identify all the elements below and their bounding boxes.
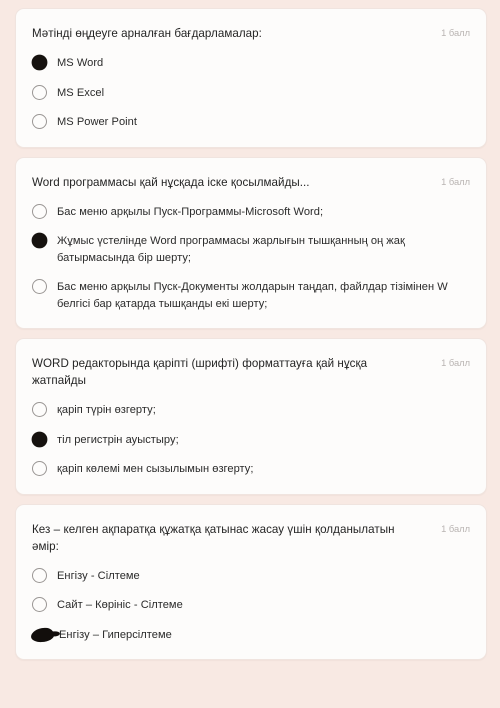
quiz-form-page: Мәтінді өңдеуге арналған бағдарламалар: 1…	[0, 0, 500, 708]
radio-button-empty[interactable]	[32, 461, 47, 476]
option-row[interactable]: MS Word	[32, 55, 470, 72]
option-label[interactable]: Бас меню арқылы Пуск-Документы жолдарын …	[57, 279, 470, 312]
radio-button-selected[interactable]	[32, 55, 47, 70]
option-row[interactable]: Бас меню арқылы Пуск-Документы жолдарын …	[32, 279, 470, 312]
radio-button-selected[interactable]	[32, 431, 47, 447]
question-header: Word программасы қай нұсқада іске қосылм…	[32, 174, 470, 191]
option-row[interactable]: Енгізу - Сілтеме	[32, 567, 470, 585]
question-points: 1 балл	[441, 176, 470, 187]
option-row[interactable]: қаріп түрін өзгерту;	[32, 402, 470, 419]
option-row[interactable]: MS Power Point	[32, 114, 470, 131]
option-label[interactable]: Бас меню арқылы Пуск-Программы-Microsoft…	[57, 204, 323, 221]
question-title: Кез – келген ақпаратқа құжатқа қатынас ж…	[32, 522, 395, 553]
option-label[interactable]: MS Excel	[57, 85, 104, 102]
question-card: Кез – келген ақпаратқа құжатқа қатынас ж…	[15, 503, 487, 660]
question-card: WORD редакторында қаріпті (шрифті) форма…	[15, 338, 487, 495]
option-label[interactable]: тіл регистрін ауыстыру;	[57, 432, 179, 449]
option-row[interactable]: қаріп көлемі мен сызылымын өзгерту;	[32, 461, 470, 478]
questions-list: Мәтінді өңдеуге арналған бағдарламалар: 1…	[15, 8, 487, 660]
option-row[interactable]: Жұмыс үстелінде Word программасы жарлығы…	[32, 233, 470, 266]
radio-button-empty[interactable]	[32, 279, 47, 294]
question-card: Мәтінді өңдеуге арналған бағдарламалар: 1…	[15, 8, 487, 148]
radio-button-selected[interactable]	[30, 626, 55, 643]
option-label[interactable]: MS Word	[57, 55, 103, 72]
option-group: Бас меню арқылы Пуск-Программы-Microsoft…	[32, 203, 470, 313]
radio-button-selected[interactable]	[32, 233, 47, 248]
option-row[interactable]: тіл регистрін ауыстыру;	[32, 431, 470, 449]
option-label[interactable]: қаріп түрін өзгерту;	[57, 402, 156, 419]
question-title: Мәтінді өңдеуге арналған бағдарламалар:	[32, 27, 262, 40]
radio-button-empty[interactable]	[32, 203, 47, 219]
radio-button-empty[interactable]	[32, 84, 47, 100]
question-header: Мәтінді өңдеуге арналған бағдарламалар: 1…	[32, 25, 470, 42]
question-points: 1 балл	[441, 28, 470, 38]
radio-button-empty[interactable]	[32, 114, 47, 129]
option-group: MS Word MS Excel MS Power Point	[32, 55, 470, 131]
question-header: WORD редакторында қаріпті (шрифті) форма…	[32, 355, 470, 389]
option-label[interactable]: қаріп көлемі мен сызылымын өзгерту;	[57, 461, 253, 478]
question-title: WORD редакторында қаріпті (шрифті) форма…	[32, 357, 368, 387]
question-points: 1 балл	[441, 358, 470, 368]
option-label[interactable]: Жұмыс үстелінде Word программасы жарлығы…	[57, 233, 470, 266]
radio-button-empty[interactable]	[32, 597, 47, 612]
option-row[interactable]: Бас меню арқылы Пуск-Программы-Microsoft…	[32, 203, 470, 221]
option-row[interactable]: MS Excel	[32, 84, 470, 102]
option-row[interactable]: Енгізу – Гиперсілтеме	[30, 626, 470, 644]
question-title: Word программасы қай нұсқада іске қосылм…	[32, 175, 310, 189]
option-label[interactable]: Сайт – Көрініс - Сілтеме	[57, 597, 183, 614]
question-card: Word программасы қай нұсқада іске қосылм…	[15, 156, 487, 329]
option-group: қаріп түрін өзгерту; тіл регистрін ауысты…	[32, 402, 470, 478]
option-label[interactable]: MS Power Point	[57, 114, 137, 131]
radio-button-empty[interactable]	[32, 402, 47, 417]
question-header: Кез – келген ақпаратқа құжатқа қатынас ж…	[32, 521, 470, 555]
option-label[interactable]: Енгізу – Гиперсілтеме	[59, 627, 172, 644]
option-row[interactable]: Сайт – Көрініс - Сілтеме	[32, 597, 470, 614]
question-points: 1 балл	[441, 523, 470, 534]
radio-button-empty[interactable]	[32, 567, 47, 583]
option-group: Енгізу - Сілтеме Сайт – Көрініс - Сілтеме…	[30, 567, 470, 644]
option-label[interactable]: Енгізу - Сілтеме	[57, 568, 140, 585]
